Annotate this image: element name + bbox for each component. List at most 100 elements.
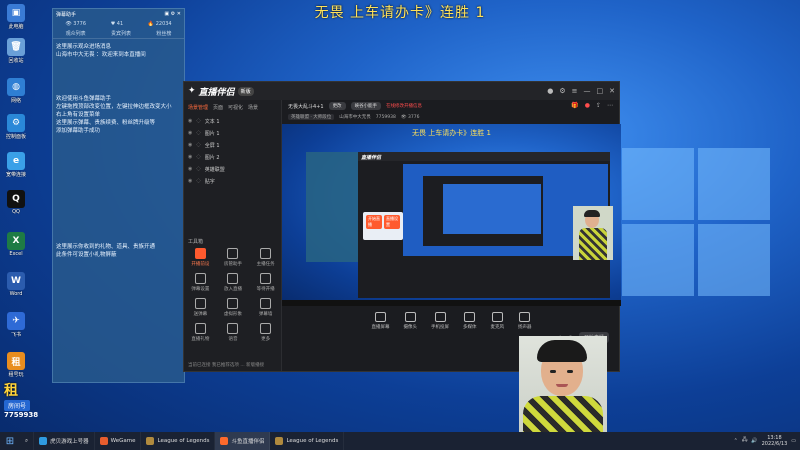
douyu-live-companion-window[interactable]: ✦ 直播伴侣 新版 ● ⚙ ≡ — □ ✕ 场景管理 页面 可视化 场景 ◉ ◌ 文… xyxy=(183,81,621,372)
assistant-stats: 👁 3776 ♥ 41 🔥 22034 xyxy=(53,19,184,29)
tool-button[interactable]: 房管助手 xyxy=(217,248,250,267)
visibility-eye-icon[interactable]: ◉ xyxy=(188,118,192,124)
taskbar-app[interactable]: 斗鱼直播伴侣 xyxy=(215,432,271,450)
network-icon[interactable]: 🖧 xyxy=(742,437,748,445)
tool-button[interactable]: 放入直播 xyxy=(217,273,250,292)
taskbar-app[interactable]: League of Legends xyxy=(270,432,345,450)
minimize-icon[interactable]: — xyxy=(584,87,591,95)
lock-icon[interactable]: ◌ xyxy=(196,154,200,160)
close-icon[interactable]: ✕ xyxy=(609,87,615,95)
tool-label: 放入直播 xyxy=(223,287,242,292)
lock-icon[interactable]: ◌ xyxy=(196,166,200,172)
source-control-button[interactable]: 手机投屏 xyxy=(431,312,449,330)
room-title[interactable]: 无畏大乱斗4+1 xyxy=(288,103,324,110)
notifications-icon[interactable]: ▭ xyxy=(791,438,796,444)
desktop-icon[interactable]: Q QQ xyxy=(2,190,30,215)
search-button[interactable]: ⌕ xyxy=(20,432,35,450)
start-button[interactable]: ⊞ xyxy=(0,432,20,450)
edit-title-button[interactable]: 更改 xyxy=(328,102,346,110)
control-icon xyxy=(404,312,416,322)
preview-assistant-panel xyxy=(306,152,358,262)
source-item[interactable]: ◉ ◌ 全屏 1 xyxy=(184,139,281,151)
app-icon: 租 xyxy=(7,352,25,370)
tool-button[interactable]: 弹幕墙 xyxy=(249,298,282,317)
category-pill[interactable]: 英雄联盟 · 大师段位 xyxy=(288,114,335,120)
settings-icon[interactable]: ⚙ xyxy=(559,87,565,95)
desktop-icon[interactable]: ◍ 网络 xyxy=(2,78,30,104)
visibility-eye-icon[interactable]: ◉ xyxy=(188,178,192,184)
tool-button[interactable]: 主播任务 xyxy=(249,248,282,267)
avatar-icon[interactable]: ● xyxy=(547,87,553,95)
visibility-eye-icon[interactable]: ◉ xyxy=(188,154,192,160)
share-icon[interactable]: ⇪ xyxy=(596,102,601,109)
lock-icon[interactable]: ◌ xyxy=(196,130,200,136)
desktop-icon[interactable]: 🗑 回收站 xyxy=(2,38,30,64)
clock[interactable]: 13:18 2022/6/13 xyxy=(762,435,788,447)
stat-heat: 🔥 22034 xyxy=(147,21,172,27)
tool-button[interactable]: 送弹幕 xyxy=(184,298,217,317)
menu-icon[interactable]: ≡ xyxy=(572,87,578,95)
status-footer: 当前已连接 我已推荐选项 ... 新版播接 xyxy=(188,363,265,368)
tab-page[interactable]: 页面 xyxy=(213,104,223,111)
assistant-window-controls[interactable]: ▣ ⚙ ✕ xyxy=(164,11,181,17)
room-meta-row: 英雄联盟 · 大师段位 山海市中大无畏 7759938 👁 3776 xyxy=(282,112,619,122)
danmaku-assistant-panel[interactable]: 弹幕助手 ▣ ⚙ ✕ 👁 3776 ♥ 41 🔥 22034 观众列表 贵宾列表… xyxy=(52,8,185,383)
source-item[interactable]: ◉ ◌ 贴字 xyxy=(184,175,281,187)
tab-vip[interactable]: 贵宾列表 xyxy=(111,30,131,37)
scene-tabs[interactable]: 场景管理 页面 可视化 场景 xyxy=(184,100,281,115)
app-titlebar[interactable]: ✦ 直播伴侣 新版 ● ⚙ ≡ — □ ✕ xyxy=(184,82,619,100)
source-control-button[interactable]: 直播屏幕 xyxy=(372,312,390,330)
tool-button[interactable]: 等待开播 xyxy=(249,273,282,292)
taskbar-app[interactable]: 虎贝游戏上号器 xyxy=(34,432,95,450)
visibility-eye-icon[interactable]: ◉ xyxy=(188,130,192,136)
room-tag[interactable]: 峡谷小能手 xyxy=(350,102,382,110)
tool-button[interactable]: 语音 xyxy=(217,323,250,342)
tab-fans[interactable]: 粉丝榜 xyxy=(156,30,171,37)
desktop-icon[interactable]: ▣ 此电脑 xyxy=(2,4,30,30)
taskbar-app[interactable]: WeGame xyxy=(95,432,142,450)
taskbar-app-icon xyxy=(220,437,229,445)
stream-preview[interactable]: 无畏 上车请办卡》连胜 1 直播伴侣 开始直播 直播设置 xyxy=(282,124,621,306)
lock-icon[interactable]: ◌ xyxy=(196,178,200,184)
tray-arrow-icon[interactable]: ⌃ xyxy=(734,438,738,444)
app-logo-text: 直播伴侣 xyxy=(198,87,235,98)
tab-visual[interactable]: 可视化 xyxy=(228,104,243,111)
desktop-icon[interactable]: e 宽带连接 xyxy=(2,152,30,178)
tool-button[interactable]: 弹幕设置 xyxy=(184,273,217,292)
visibility-eye-icon[interactable]: ◉ xyxy=(188,166,192,172)
taskbar-app[interactable]: League of Legends xyxy=(141,432,216,450)
source-item[interactable]: ◉ ◌ 文本 1 xyxy=(184,115,281,127)
desktop-icon[interactable]: ✈ 飞书 xyxy=(2,312,30,338)
tool-button[interactable]: 直播礼物 xyxy=(184,323,217,342)
gift-icon[interactable]: 🎁 xyxy=(571,102,578,109)
desktop-icon[interactable]: 租租号玩 xyxy=(2,352,30,378)
lock-icon[interactable]: ◌ xyxy=(196,142,200,148)
notification-icon[interactable]: ● xyxy=(585,102,590,109)
desktop-icon[interactable]: ⚙ 控制面板 xyxy=(2,114,30,140)
source-item[interactable]: ◉ ◌ 图片 2 xyxy=(184,151,281,163)
source-item[interactable]: ◉ ◌ 图片 1 xyxy=(184,127,281,139)
more-icon[interactable]: ⋯ xyxy=(607,102,613,109)
maximize-icon[interactable]: □ xyxy=(597,87,604,95)
lock-icon[interactable]: ◌ xyxy=(196,118,200,124)
tool-button[interactable]: 更多 xyxy=(249,323,282,342)
source-item[interactable]: ◉ ◌ 英雄联盟 xyxy=(184,163,281,175)
desktop-icon[interactable]: X Excel xyxy=(2,232,30,257)
tool-button[interactable]: 虚拟形象 xyxy=(217,298,250,317)
visibility-eye-icon[interactable]: ◉ xyxy=(188,142,192,148)
tool-button[interactable]: 开播前设 xyxy=(184,248,217,267)
source-control-button[interactable]: 多媒体 xyxy=(463,312,477,330)
assistant-tabs[interactable]: 观众列表 贵宾列表 粉丝榜 xyxy=(53,29,184,39)
edit-info-link[interactable]: 在线修改开播信息 xyxy=(386,103,422,109)
volume-icon[interactable]: 🔊 xyxy=(751,438,757,444)
source-control-button[interactable]: 扬声器 xyxy=(518,312,532,330)
tab-scene-manage[interactable]: 场景管理 xyxy=(188,104,208,111)
version-badge[interactable]: 新版 xyxy=(237,86,254,96)
desktop-icon[interactable]: W Word xyxy=(2,272,30,297)
tab-viewers[interactable]: 观众列表 xyxy=(66,30,86,37)
app-icon: 🗑 xyxy=(7,38,25,56)
source-control-button[interactable]: 麦克风 xyxy=(491,312,504,330)
tab-scene[interactable]: 场景 xyxy=(248,104,258,111)
source-control-button[interactable]: 摄像头 xyxy=(404,312,417,330)
preview-settings-button: 直播设置 xyxy=(384,215,400,229)
